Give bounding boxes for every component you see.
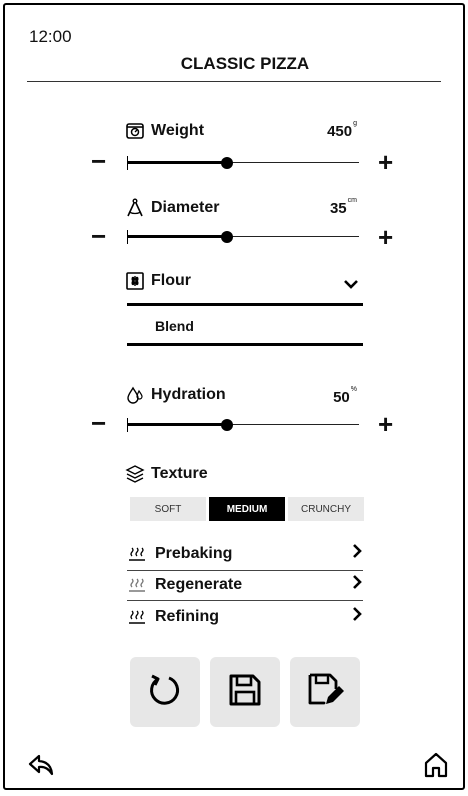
slider-start-tick <box>127 156 128 170</box>
flour-select-top-rule <box>127 303 363 306</box>
slider-knob[interactable] <box>220 157 233 169</box>
layers-icon <box>125 464 145 484</box>
water-drops-icon <box>125 385 145 405</box>
hydration-plus-button[interactable]: + <box>378 411 393 437</box>
texture-segmented-control: SOFT MEDIUM CRUNCHY <box>130 497 364 521</box>
hydration-label-group: Hydration <box>125 385 226 405</box>
header-divider <box>27 81 441 82</box>
slider-fill <box>127 235 227 238</box>
weight-value: 450g <box>327 120 357 140</box>
reset-icon <box>145 670 185 715</box>
texture-label: Texture <box>151 465 208 482</box>
hydration-label: Hydration <box>151 386 226 403</box>
flour-label: Flour <box>151 272 191 289</box>
save-icon <box>225 670 265 715</box>
diameter-label: Diameter <box>151 199 220 216</box>
slider-start-tick <box>127 418 128 432</box>
weight-minus-button[interactable]: − <box>91 148 106 174</box>
heat-waves-icon <box>127 607 147 627</box>
slider-fill <box>127 423 227 426</box>
wheat-icon <box>125 271 145 291</box>
weight-label-group: Weight <box>125 121 204 141</box>
texture-option-soft[interactable]: SOFT <box>130 497 206 521</box>
chevron-right-icon <box>351 574 363 595</box>
settings-row-label: Regenerate <box>155 575 243 593</box>
settings-divider <box>127 600 363 601</box>
hydration-minus-button[interactable]: − <box>91 410 106 436</box>
save-button[interactable] <box>210 657 280 727</box>
diameter-minus-button[interactable]: − <box>91 223 106 249</box>
back-button[interactable] <box>27 751 55 784</box>
chevron-down-icon[interactable] <box>343 277 359 295</box>
heat-waves-icon <box>127 544 147 564</box>
hydration-slider[interactable] <box>127 418 359 432</box>
chevron-right-icon <box>351 543 363 564</box>
slider-knob[interactable] <box>220 419 233 431</box>
app-screen: 12:00 CLASSIC PIZZA Weight 450g − + Diam… <box>3 3 465 790</box>
chevron-right-icon <box>351 606 363 627</box>
slider-knob[interactable] <box>220 231 233 243</box>
back-arrow-icon <box>27 754 55 783</box>
settings-row-label: Prebaking <box>155 544 233 562</box>
texture-option-crunchy[interactable]: CRUNCHY <box>288 497 364 521</box>
flour-select-bottom-rule <box>127 343 363 346</box>
edit-button[interactable] <box>290 657 360 727</box>
status-time: 12:00 <box>29 27 72 46</box>
heat-waves-icon <box>127 575 147 595</box>
reset-button[interactable] <box>130 657 200 727</box>
settings-row-regenerate[interactable]: Regenerate <box>127 574 363 595</box>
settings-divider <box>127 570 363 571</box>
settings-row-refining[interactable]: Refining <box>127 606 363 627</box>
compass-icon <box>125 198 145 218</box>
page-title: CLASSIC PIZZA <box>180 54 310 73</box>
texture-label-group: Texture <box>125 464 208 484</box>
home-button[interactable] <box>423 751 449 784</box>
texture-option-medium[interactable]: MEDIUM <box>209 497 285 521</box>
diameter-value: 35cm <box>329 197 357 217</box>
diameter-slider[interactable] <box>127 230 359 244</box>
settings-row-prebaking[interactable]: Prebaking <box>127 543 363 564</box>
edit-icon <box>304 669 346 716</box>
flour-select-value[interactable]: Blend <box>155 318 194 334</box>
hydration-value: 50% <box>333 386 357 406</box>
weight-plus-button[interactable]: + <box>378 149 393 175</box>
slider-start-tick <box>127 230 128 244</box>
weight-slider[interactable] <box>127 156 359 170</box>
diameter-label-group: Diameter <box>125 198 219 218</box>
flour-label-group: Flour <box>125 271 191 291</box>
weight-label: Weight <box>151 122 205 139</box>
home-icon <box>423 752 449 783</box>
slider-fill <box>127 161 227 164</box>
scale-icon <box>125 121 145 141</box>
diameter-plus-button[interactable]: + <box>378 224 393 250</box>
settings-row-label: Refining <box>155 607 219 625</box>
